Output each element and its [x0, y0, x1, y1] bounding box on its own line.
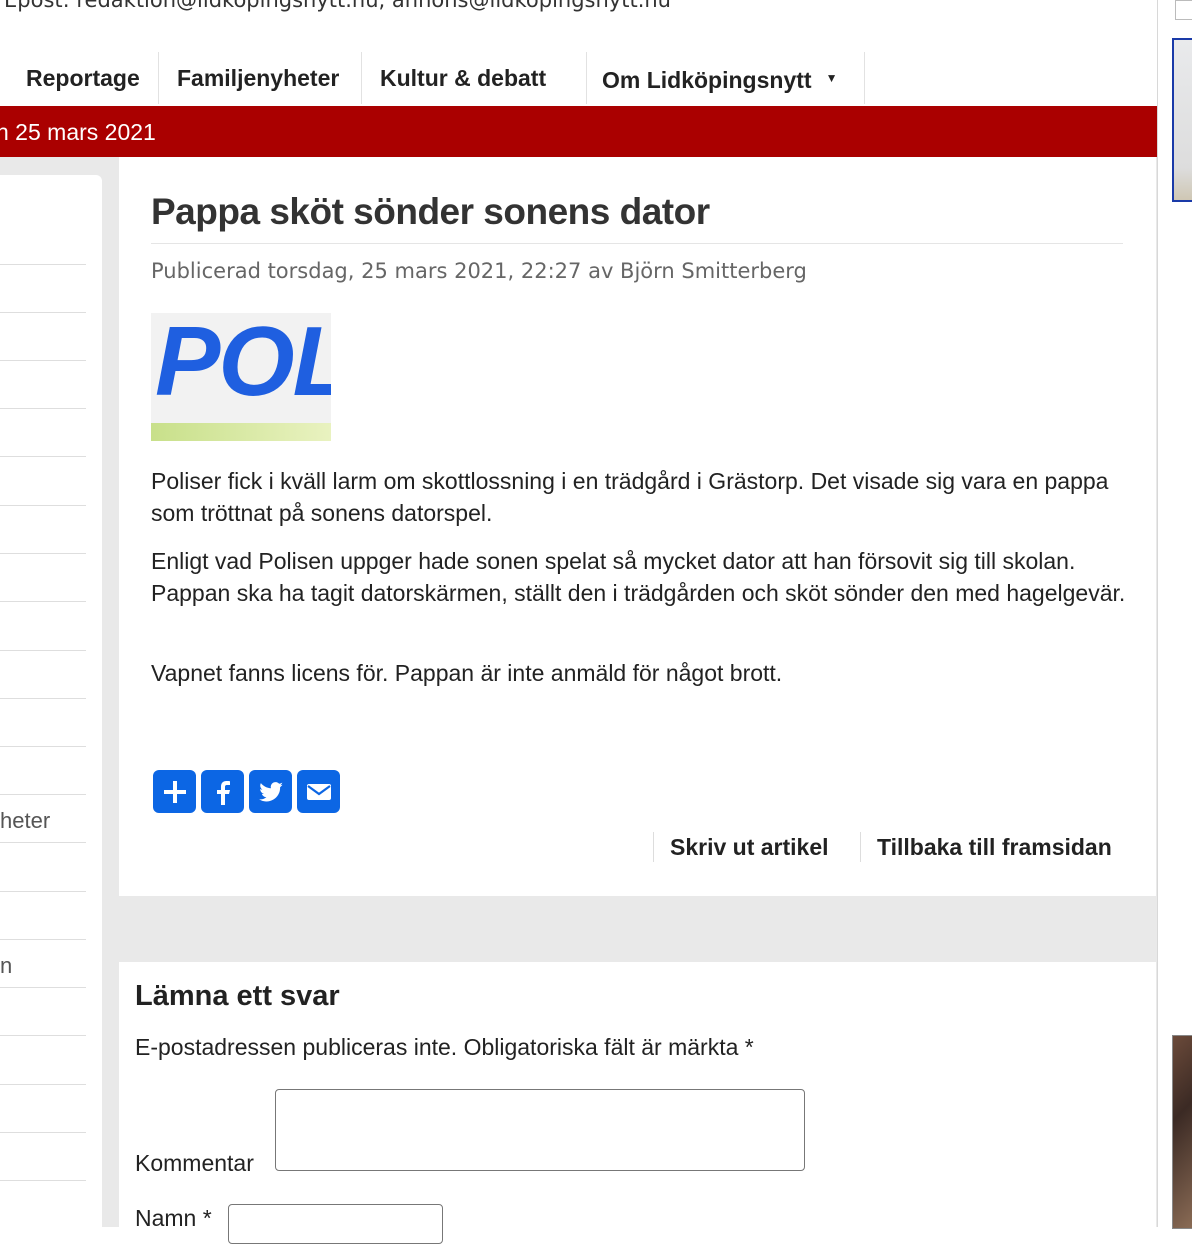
nav-item-kultur-debatt[interactable]: Kultur & debatt [380, 52, 587, 104]
nav-item-familjenyheter[interactable]: Familjenyheter [177, 52, 362, 104]
back-to-front-link[interactable]: Tillbaka till framsidan [860, 832, 1112, 862]
nav-item-om-lidkopingsnytt[interactable]: Om Lidköpingsnytt ▼ [602, 52, 865, 104]
nav-item-reportage[interactable]: Reportage [26, 52, 159, 104]
comment-form-title: Lämna ett svar [135, 980, 340, 1012]
sidebar-divider [0, 264, 86, 265]
name-label: Namn * [135, 1205, 212, 1231]
article-title: Pappa sköt sönder sonens dator [151, 191, 710, 232]
share-add-icon [163, 780, 186, 803]
caret-down-icon: ▼ [825, 71, 838, 85]
sidebar-divider [0, 1132, 86, 1133]
police-tape-text: POLIS [155, 313, 331, 416]
title-divider [151, 243, 1123, 244]
article-paragraph: Enligt vad Polisen uppger hade sonen spe… [151, 548, 1126, 606]
sidebar-divider [0, 601, 86, 602]
facebook-icon [216, 780, 230, 805]
ad-banner-top[interactable] [1172, 38, 1192, 202]
left-sidebar: heter n [0, 175, 102, 1227]
comment-label: Kommentar [135, 1150, 254, 1176]
sidebar-divider [0, 842, 86, 843]
sidebar-divider [0, 939, 86, 940]
sidebar-divider [0, 505, 86, 506]
print-article-link[interactable]: Skriv ut artikel [653, 832, 829, 862]
share-email-button[interactable] [297, 770, 340, 813]
sidebar-divider [0, 1035, 86, 1036]
image-stripe [151, 423, 331, 441]
article-paragraph: Vapnet fanns licens för. Pappan är inte … [151, 660, 783, 686]
date-text: n 25 mars 2021 [0, 119, 156, 145]
sidebar-item-label[interactable]: heter [0, 808, 50, 834]
sidebar-item-label[interactable]: n [0, 953, 12, 979]
comment-form-note: E-postadressen publiceras inte. Obligato… [135, 1034, 754, 1060]
nav-item-label: Om Lidköpingsnytt [602, 67, 812, 93]
main-nav: Reportage Familjenyheter Kultur & debatt… [0, 52, 1157, 106]
twitter-icon [258, 781, 283, 801]
email-icon [306, 783, 331, 800]
sidebar-divider [0, 1180, 86, 1181]
comment-form: Lämna ett svar E-postadressen publiceras… [119, 962, 1156, 1244]
article-paragraph: Poliser fick i kväll larm om skottlossni… [151, 468, 1109, 526]
sidebar-divider [0, 987, 86, 988]
sidebar-divider [0, 312, 86, 313]
date-bar: n 25 mars 2021 [0, 106, 1157, 157]
ad-banner-bottom[interactable] [1172, 1035, 1192, 1229]
sidebar-divider [0, 891, 86, 892]
sidebar-divider [0, 794, 86, 795]
sidebar-divider [0, 360, 86, 361]
ad-thumbnail-top[interactable] [1175, 0, 1192, 20]
comment-textarea[interactable] [275, 1089, 805, 1171]
sidebar-divider [0, 698, 86, 699]
contact-line: Epost: redaktion@lidkopingsnytt.nu, anno… [4, 0, 671, 12]
share-facebook-button[interactable] [201, 770, 244, 813]
share-twitter-button[interactable] [249, 770, 292, 813]
sidebar-divider [0, 650, 86, 651]
article-image[interactable]: POLIS [151, 313, 331, 441]
sidebar-divider [0, 1084, 86, 1085]
article-byline: Publicerad torsdag, 25 mars 2021, 22:27 … [151, 259, 807, 283]
article: Pappa sköt sönder sonens dator Publicera… [119, 157, 1156, 896]
sidebar-divider [0, 746, 86, 747]
sidebar-divider [0, 408, 86, 409]
share-add-button[interactable] [153, 770, 196, 813]
name-input[interactable] [228, 1204, 443, 1244]
sidebar-divider [0, 553, 86, 554]
sidebar-divider [0, 456, 86, 457]
